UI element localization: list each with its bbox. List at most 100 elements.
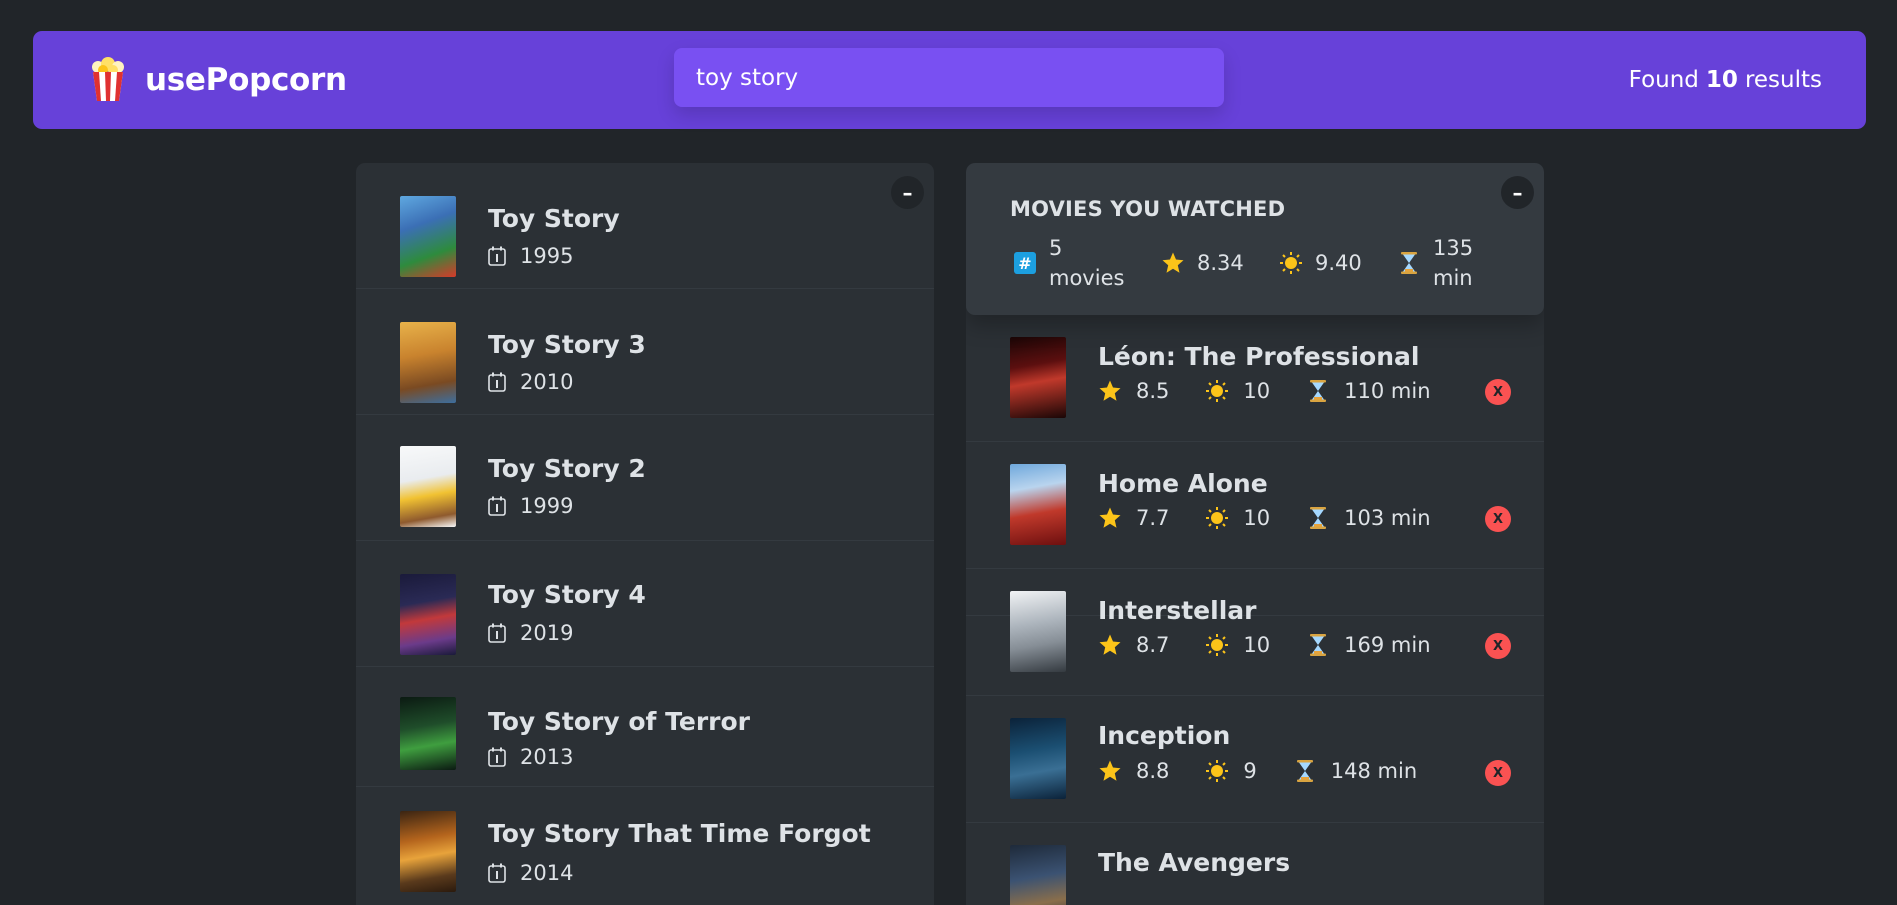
calendar-icon [488,747,506,767]
watched-summary: Movies you watched # 5 movies 8.34 9.40 … [966,163,1544,315]
search-input-value: toy story [696,64,799,91]
movie-imdb: 7.7 [1098,506,1169,530]
close-icon: X [1492,765,1504,781]
results-prefix: Found [1628,67,1699,93]
watched-list-item[interactable]: Interstellar 8.7 10 169 min X [966,569,1544,696]
movie-runtime-value: 103 min [1344,506,1431,530]
movie-imdb: 8.8 [1098,759,1169,783]
watched-list-item[interactable]: Home Alone 7.7 10 103 min X [966,442,1544,569]
hourglass-icon [1310,507,1327,529]
hash-icon: # [1014,252,1036,274]
movie-stats: 8.7 10 169 min [1098,633,1467,657]
hourglass-icon [1296,760,1313,782]
movie-stats: 7.7 10 103 min [1098,506,1467,530]
close-icon: X [1492,511,1504,527]
svg-text:#: # [1018,254,1031,273]
delete-button[interactable]: X [1485,506,1511,532]
sun-icon [1206,760,1229,782]
summary-count: # 5 movies [1013,233,1124,293]
movie-poster [1010,718,1066,799]
sun-icon [1280,252,1302,274]
delete-button[interactable]: X [1485,633,1511,659]
movie-year-value: 2019 [520,621,574,645]
nav-bar: usePopcorn toy story Found 10 results [33,31,1866,129]
list-item[interactable]: Toy Story 3 2010 [356,289,934,415]
summary-imdb: 8.34 [1161,233,1244,293]
logo: usePopcorn [89,31,347,129]
summary-count-value: 5 [1049,236,1063,260]
movie-title: Home Alone [1098,469,1268,498]
sun-icon [1206,507,1229,529]
movie-user-rating: 10 [1205,633,1270,657]
close-icon: X [1492,384,1504,400]
movie-poster [400,811,456,892]
movie-user-value: 10 [1243,633,1271,657]
movie-title: Toy Story 3 [488,330,646,359]
calendar-icon [488,246,506,266]
summary-user-value: 9.40 [1315,251,1362,275]
movie-runtime-value: 148 min [1330,759,1418,783]
movie-runtime: 103 min [1306,506,1431,530]
movie-year: 1999 [488,494,573,518]
list-item[interactable]: Toy Story 2 1999 [356,415,934,541]
movie-year: 1995 [488,244,573,268]
delete-button[interactable]: X [1485,760,1511,786]
close-icon: X [1492,638,1504,654]
movie-imdb-value: 8.7 [1136,633,1170,657]
collapse-results-button[interactable]: – [891,176,924,209]
summary-count-label: movies [1049,266,1125,290]
results-count: Found 10 results [1629,31,1822,129]
movie-poster [400,446,456,527]
star-icon [1099,760,1121,781]
movie-year: 2014 [488,861,573,885]
watched-list-item[interactable]: Léon: The Professional 8.5 10 110 min X [966,315,1544,442]
star-icon [1099,507,1121,528]
movie-poster [400,322,456,403]
movie-runtime-value: 110 min [1344,379,1431,403]
list-item[interactable]: Toy Story That Time Forgot 2014 [356,787,934,905]
movie-title: Toy Story 2 [488,454,646,483]
summary-runtime-value: 135 [1433,236,1474,260]
movie-year: 2013 [488,745,573,769]
movie-stats: 8.5 10 110 min [1098,379,1467,403]
calendar-icon [488,623,506,643]
search-input[interactable]: toy story [674,48,1224,107]
popcorn-icon [92,57,124,101]
movie-user-value: 10 [1243,506,1271,530]
delete-button[interactable]: X [1485,379,1511,405]
movie-title: Inception [1098,721,1231,750]
summary-imdb-value: 8.34 [1197,251,1244,275]
movie-year-value: 1995 [520,244,574,268]
movie-poster [400,574,456,655]
movie-title: Toy Story of Terror [488,707,750,736]
star-icon [1099,380,1121,401]
movie-imdb: 8.5 [1098,379,1169,403]
movie-title: Toy Story 4 [488,580,646,609]
results-number: 10 [1705,67,1738,93]
movie-user-rating: 10 [1205,379,1270,403]
list-item[interactable]: Toy Story of Terror 2013 [356,667,934,787]
summary-runtime: 135 min [1397,233,1473,293]
list-item[interactable]: Toy Story 4 2019 [356,541,934,667]
collapse-watched-button[interactable]: – [1501,176,1534,209]
watched-list-item[interactable]: Inception 8.8 9 148 min X [966,696,1544,823]
calendar-icon [488,496,506,516]
movie-title: Toy Story That Time Forgot [488,819,871,848]
movie-title: Toy Story [488,204,620,233]
movie-poster [1010,845,1066,905]
movie-title: The Avengers [1098,848,1291,877]
logo-text: usePopcorn [145,62,347,98]
movie-poster [1010,464,1066,545]
movie-imdb: 8.7 [1098,633,1169,657]
movie-year-value: 2010 [520,370,574,394]
movie-year: 2010 [488,370,573,394]
star-icon [1099,634,1121,655]
summary-heading: Movies you watched [1010,197,1286,221]
watched-list-item[interactable]: The Avengers [966,823,1544,905]
movie-poster [400,196,456,277]
list-item[interactable]: Toy Story 1995 [356,163,934,289]
movie-imdb-value: 8.8 [1136,759,1170,783]
hourglass-icon [1310,634,1327,656]
star-icon [1162,252,1184,273]
calendar-icon [488,863,506,883]
